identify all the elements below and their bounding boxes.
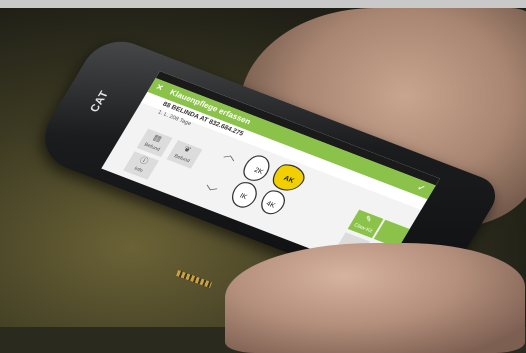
tile-info[interactable]: ⓘ Info [123,151,159,180]
tile-label: Info [132,165,144,175]
chevron-up-icon[interactable]: ︿ [221,145,241,164]
tile-befund-1[interactable]: ▤ Befund [136,128,173,158]
top-border [0,0,526,8]
photo-background: CAT ✕ Klauenpflege erfassen ✓ 88 BELINDA… [0,8,526,353]
phone-connector-pins [176,270,212,288]
phone-brand-logo: CAT [88,89,112,114]
thumb-holding-phone [225,243,525,353]
chevron-down-icon[interactable]: ﹀ [199,182,219,201]
tile-befund-2[interactable]: ❦ Befund [166,140,203,169]
